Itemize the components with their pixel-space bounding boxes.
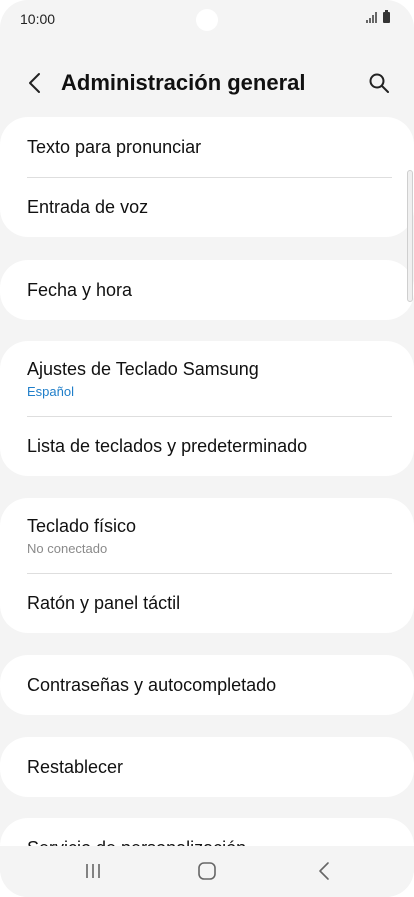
group-speech: Texto para pronunciar Entrada de voz (0, 117, 414, 237)
search-icon (369, 73, 389, 93)
camera-cutout (196, 9, 218, 31)
list-item-contrasenas[interactable]: Contraseñas y autocompletado (0, 655, 414, 715)
list-item-fecha-hora[interactable]: Fecha y hora (0, 260, 414, 320)
page-title: Administración general (61, 70, 306, 95)
item-subtext: Español (27, 383, 74, 399)
item-subtext: No conectado (27, 540, 108, 556)
search-button[interactable] (364, 68, 394, 98)
chevron-left-icon (29, 73, 40, 93)
item-label: Texto para pronunciar (27, 136, 202, 157)
item-label: Lista de teclados y predeterminado (27, 436, 308, 456)
item-label: Teclado físico (27, 515, 137, 536)
list-item-lista-teclados[interactable]: Lista de teclados y predeterminado (0, 417, 414, 476)
back-icon (319, 862, 329, 880)
settings-screen: 10:00 Administración general Texto para … (0, 0, 414, 897)
app-header: Administración general (0, 60, 414, 108)
list-item-restablecer[interactable]: Restablecer (0, 737, 414, 797)
group-passwords: Contraseñas y autocompletado (0, 655, 414, 715)
status-bar: 10:00 (0, 0, 414, 40)
signal-icon (366, 12, 378, 23)
navigation-bar (0, 846, 414, 897)
status-time: 10:00 (20, 11, 56, 27)
group-reset: Restablecer (0, 737, 414, 797)
home-icon (198, 862, 216, 880)
status-icons (366, 10, 390, 23)
recents-button[interactable] (73, 856, 113, 886)
item-label: Ratón y panel táctil (27, 593, 181, 613)
back-button[interactable] (20, 68, 50, 98)
item-label: Entrada de voz (27, 197, 149, 217)
group-date: Fecha y hora (0, 260, 414, 320)
list-item-teclado-fisico[interactable]: Teclado físico No conectado (0, 498, 414, 573)
home-button[interactable] (187, 856, 227, 886)
list-item-texto-pronunciar[interactable]: Texto para pronunciar (0, 117, 414, 177)
nav-back-button[interactable] (304, 856, 344, 886)
recents-icon (86, 864, 100, 878)
list-item-raton-panel[interactable]: Ratón y panel táctil (0, 574, 414, 633)
list-item-ajustes-teclado[interactable]: Ajustes de Teclado Samsung Español (0, 341, 414, 416)
item-label: Restablecer (27, 756, 124, 777)
item-label: Contraseñas y autocompletado (27, 674, 277, 695)
scrollbar[interactable] (407, 170, 413, 302)
group-keyboard: Ajustes de Teclado Samsung Español Lista… (0, 341, 414, 476)
item-label: Fecha y hora (27, 279, 133, 300)
group-physical-input: Teclado físico No conectado Ratón y pane… (0, 498, 414, 633)
list-item-entrada-voz[interactable]: Entrada de voz (0, 178, 414, 237)
battery-icon (383, 10, 390, 23)
item-label: Ajustes de Teclado Samsung (27, 358, 259, 379)
